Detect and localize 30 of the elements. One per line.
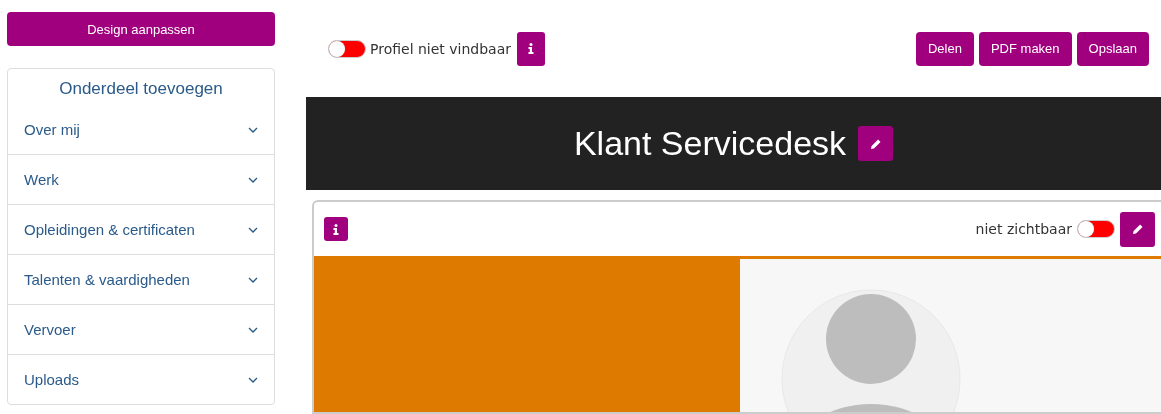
section-item[interactable]: Werk	[8, 155, 274, 205]
info-button[interactable]	[517, 31, 546, 66]
action-button[interactable]: PDF maken	[978, 31, 1072, 66]
info-icon	[528, 43, 535, 54]
chevron-down-icon	[248, 126, 258, 133]
chevron-down-icon	[248, 376, 258, 383]
toggle-label: Profiel niet vindbaar	[370, 40, 512, 57]
section-item[interactable]: Opleidingen & certificaten	[8, 205, 274, 255]
visibility-toggle[interactable]	[1077, 220, 1115, 238]
section-item[interactable]: Uploads	[8, 355, 274, 404]
section-item[interactable]: Over mij	[8, 105, 274, 155]
edit-button[interactable]	[858, 126, 894, 161]
toggle-label: niet zichtbaar	[975, 221, 1072, 237]
pencil-icon	[1131, 223, 1144, 235]
design-button[interactable]: Design aanpassen	[7, 12, 275, 46]
chevron-down-icon	[248, 276, 258, 283]
info-button[interactable]	[324, 217, 348, 241]
chevron-down-icon	[248, 326, 258, 333]
visibility-toggle[interactable]	[328, 39, 366, 58]
panel-title: Onderdeel toevoegen	[58, 78, 224, 100]
chevron-down-icon	[248, 226, 258, 233]
action-button[interactable]: Delen	[915, 31, 974, 66]
action-button[interactable]: Opslaan	[1076, 31, 1149, 66]
section-item[interactable]: Talenten & vaardigheden	[8, 255, 274, 305]
info-icon	[333, 223, 339, 235]
section-item[interactable]: Vervoer	[8, 305, 274, 355]
edit-button[interactable]	[1120, 211, 1155, 247]
chevron-down-icon	[248, 176, 258, 183]
profile-title: Klant Servicedesk	[573, 124, 847, 163]
pencil-icon	[869, 137, 882, 150]
